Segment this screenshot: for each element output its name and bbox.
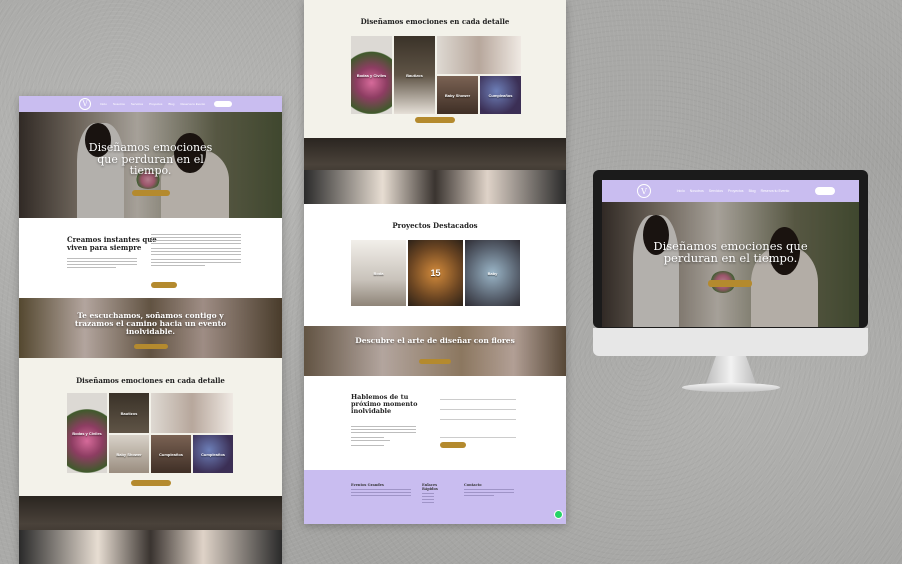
flowers-button[interactable]: [419, 359, 451, 364]
project-tile[interactable]: Baby: [465, 240, 520, 306]
footer-col-2: Enlaces Rápidos: [422, 483, 452, 505]
mid-gallery-grid: Bodas y Civiles Bautizos Baby Shower Cum…: [351, 36, 521, 114]
nav-item[interactable]: Reserva tu Evento: [180, 102, 205, 106]
mid-testimonials-band: [304, 138, 566, 204]
nav-cta-button[interactable]: [214, 101, 232, 107]
gallery-tile[interactable]: Baby Shower: [437, 76, 478, 114]
projects-title: Proyectos Destacados: [392, 221, 478, 230]
intro-paragraph: [151, 234, 241, 268]
monitor-base: [682, 383, 780, 392]
contact-info: [351, 426, 416, 448]
projects-grid: Boda 15 Baby: [351, 240, 521, 306]
gallery-tile[interactable]: Bodas y Civiles: [351, 36, 392, 114]
hero-title: Diseñamos emociones que perduran en el t…: [88, 141, 213, 178]
nav-item[interactable]: Inicio: [100, 102, 107, 106]
form-field-phone[interactable]: [440, 414, 516, 420]
nav-item[interactable]: Servicios: [131, 102, 143, 106]
mid-gallery-title: Diseñamos emociones en cada detalle: [360, 17, 510, 26]
gallery-button[interactable]: [131, 480, 171, 486]
monitor-nav-bar: V Inicio Nosotros Servicios Proyectos Bl…: [602, 180, 859, 202]
monitor-chin: [593, 328, 868, 356]
team-photo: [19, 530, 282, 564]
left-page-mockup: V Inicio Nosotros Servicios Proyectos Bl…: [19, 96, 282, 564]
form-field-message[interactable]: [440, 424, 516, 438]
nav-item[interactable]: Reserva tu Evento: [761, 189, 790, 193]
nav-item[interactable]: Proyectos: [149, 102, 162, 106]
monitor-hero-button[interactable]: [708, 280, 752, 287]
flowers-title: Descubre el arte de diseñar con flores: [355, 336, 515, 345]
monitor-nav-links: Inicio Nosotros Servicios Proyectos Blog…: [677, 189, 790, 193]
nav-item[interactable]: Inicio: [677, 189, 685, 193]
mid-gallery-section: Diseñamos emociones en cada detalle Boda…: [304, 0, 566, 138]
monitor-hero: Diseñamos emociones que perduran en el t…: [602, 202, 859, 327]
project-tile[interactable]: 15: [408, 240, 463, 306]
nav-item[interactable]: Servicios: [709, 189, 723, 193]
contact-form: [440, 394, 516, 448]
band-overlay: [304, 326, 566, 376]
nav-item[interactable]: Nosotros: [113, 102, 125, 106]
intro-title: Creamos instantes que viven para siempre: [67, 235, 157, 252]
project-tile[interactable]: Boda: [351, 240, 406, 306]
footer-col-3: Contacto: [464, 483, 514, 498]
contact-section: Hablemos de tu próximo momento inolvidab…: [304, 376, 566, 470]
mid-gallery-button[interactable]: [415, 117, 455, 123]
footer: Eventos Grandes Enlaces Rápidos Contacto: [304, 470, 566, 524]
monitor-screen: V Inicio Nosotros Servicios Proyectos Bl…: [602, 180, 859, 327]
footer-col-1: Eventos Grandes: [351, 483, 411, 498]
monitor-nav-cta[interactable]: [814, 187, 835, 195]
testimonials-band: [19, 496, 282, 564]
brand-logo[interactable]: V: [79, 98, 91, 110]
gallery-tile[interactable]: Cumpleaños: [151, 435, 191, 473]
nav-item[interactable]: Proyectos: [728, 189, 744, 193]
gallery-tile[interactable]: [437, 36, 521, 74]
gallery-tile[interactable]: Bodas y Civiles: [67, 393, 107, 473]
team-photo: [304, 170, 566, 204]
nav-item[interactable]: Blog: [168, 102, 174, 106]
gallery-tile[interactable]: Cumpleaños: [480, 76, 521, 114]
gallery-title: Diseñamos emociones en cada detalle: [76, 376, 225, 385]
monitor-brand-logo[interactable]: V: [637, 184, 651, 198]
gallery-tile[interactable]: Baby Shower: [109, 435, 149, 473]
listen-button[interactable]: [134, 344, 168, 349]
gallery-section: Diseñamos emociones en cada detalle Boda…: [19, 358, 282, 496]
form-submit-button[interactable]: [440, 442, 466, 448]
gallery-grid: Bodas y Civiles Bautizos Baby Shower Cum…: [67, 393, 234, 473]
gallery-tile[interactable]: [151, 393, 233, 433]
nav-item[interactable]: Nosotros: [690, 189, 704, 193]
hero-button[interactable]: [132, 190, 170, 196]
hero-section: Diseñamos emociones que perduran en el t…: [19, 112, 282, 218]
listen-band: Te escuchamos, soñamos contigo y trazamo…: [19, 298, 282, 358]
projects-section: Proyectos Destacados Boda 15 Baby: [304, 204, 566, 326]
form-field-name[interactable]: [440, 394, 516, 400]
gallery-tile[interactable]: Bautizos: [109, 393, 149, 433]
middle-page-mockup: Diseñamos emociones en cada detalle Boda…: [304, 0, 566, 524]
nav-bar: V Inicio Nosotros Servicios Proyectos Bl…: [19, 96, 282, 112]
flowers-band: Descubre el arte de diseñar con flores: [304, 326, 566, 376]
contact-title: Hablemos de tu próximo momento inolvidab…: [351, 393, 418, 416]
gallery-tile[interactable]: Bautizos: [394, 36, 435, 114]
intro-section: Creamos instantes que viven para siempre: [19, 218, 282, 298]
whatsapp-icon[interactable]: [554, 510, 563, 519]
listen-title: Te escuchamos, soñamos contigo y trazamo…: [74, 311, 227, 336]
intro-button[interactable]: [151, 282, 177, 288]
form-field-email[interactable]: [440, 404, 516, 410]
intro-text: [67, 258, 137, 270]
nav-item[interactable]: Blog: [749, 189, 756, 193]
gallery-tile[interactable]: Cumpleaños: [193, 435, 233, 473]
monitor-hero-title: Diseñamos emociones que perduran en el t…: [653, 239, 808, 266]
nav-links: Inicio Nosotros Servicios Proyectos Blog…: [100, 102, 205, 106]
